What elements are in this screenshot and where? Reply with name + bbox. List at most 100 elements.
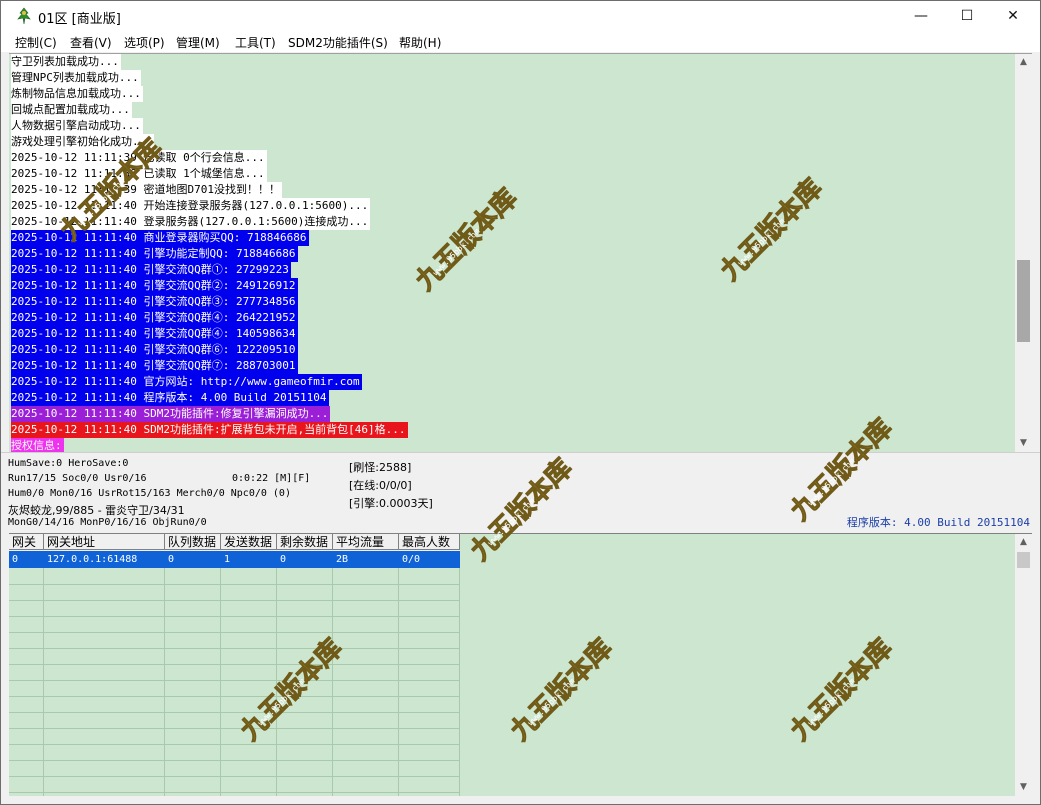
menu-control[interactable]: 控制(C) (15, 34, 57, 51)
scrollbar-thumb[interactable] (1017, 260, 1030, 342)
status-time: 0:0:22 [M][F] (232, 473, 311, 484)
log-line: 2025-10-12 11:11:40 官方网站: http://www.gam… (11, 374, 362, 390)
log-line: 授权信息: (11, 438, 64, 452)
log-line: 2025-10-12 11:11:40 登录服务器(127.0.0.1:5600… (11, 214, 371, 230)
cell-address: 127.0.0.1:61488 (47, 554, 138, 565)
grid-row-line (9, 632, 460, 633)
cell-gateway: 0 (12, 554, 19, 565)
log-line: 2025-10-12 11:11:39 已读取 0个行会信息... (11, 150, 267, 166)
grid-col-line (398, 534, 399, 796)
grid-row-line (9, 792, 460, 793)
status-monster: 灰烬蛟龙,99/885 - 雷炎守卫/34/31 (8, 504, 185, 517)
table-scrollbar[interactable]: ▲ ▼ (1015, 534, 1032, 796)
menu-sdm2-plugin[interactable]: SDM2功能插件(S) (288, 34, 388, 51)
log-line: 游戏处理引擎初始化成功... (11, 134, 154, 150)
maximize-button[interactable]: ☐ (944, 1, 990, 32)
column-header-avg-traffic[interactable]: 平均流量 (333, 534, 399, 550)
scroll-down-icon[interactable]: ▼ (1015, 435, 1032, 452)
grid-row-line (9, 760, 460, 761)
grid-col-line (332, 534, 333, 796)
scroll-down-icon[interactable]: ▼ (1015, 779, 1032, 796)
grid-row-line (9, 680, 460, 681)
log-line: 2025-10-12 11:11:40 开始连接登录服务器(127.0.0.1:… (11, 198, 371, 214)
grid-col-line (276, 534, 277, 796)
status-online: [在线:0/0/0] (349, 479, 412, 492)
log-line: 2025-10-12 11:11:40 引擎功能定制QQ: 718846686 (11, 246, 298, 262)
cell-remaining: 0 (280, 554, 287, 565)
column-header-sent[interactable]: 发送数据 (221, 534, 277, 550)
menu-bar: 控制(C) 查看(V) 选项(P) 管理(M) 工具(T) SDM2功能插件(S… (1, 32, 1040, 52)
log-line: 2025-10-12 11:11:39 密道地图D701没找到！！！ (11, 182, 282, 198)
log-line: 人物数据引擎启动成功... (11, 118, 143, 134)
log-line: 2025-10-12 11:11:40 引擎交流QQ群④: 264221952 (11, 310, 298, 326)
grid-col-line (43, 534, 44, 796)
cell-sent: 1 (224, 554, 231, 565)
cell-queue: 0 (168, 554, 175, 565)
log-panel[interactable]: 守卫列表加载成功... 管理NPC列表加载成功... 炼制物品信息加载成功... 回城… (9, 53, 1032, 452)
app-icon (17, 7, 31, 25)
scroll-up-icon[interactable]: ▲ (1015, 54, 1032, 71)
grid-row-line (9, 696, 460, 697)
table-header: 网关 网关地址 队列数据 发送数据 剩余数据 平均流量 最高人数 (9, 534, 460, 551)
log-line: 2025-10-12 11:11:40 引擎交流QQ群②: 249126912 (11, 278, 298, 294)
log-line: 炼制物品信息加载成功... (11, 86, 143, 102)
log-line: 2025-10-12 11:11:40 商业登录器购买QQ: 718846686 (11, 230, 309, 246)
log-line: 2025-10-12 11:11:39 已读取 1个城堡信息... (11, 166, 267, 182)
cell-max-users: 0/0 (402, 554, 421, 565)
grid-row-line (9, 648, 460, 649)
grid-row-line (9, 664, 460, 665)
log-line: 守卫列表加载成功... (11, 54, 121, 70)
gateway-table-panel[interactable]: 网关 网关地址 队列数据 发送数据 剩余数据 平均流量 最高人数 0 127.0… (9, 533, 1032, 796)
menu-manage[interactable]: 管理(M) (176, 34, 220, 51)
status-counts: Hum0/0 Mon0/16 UsrRot15/163 Merch0/0 Npc… (8, 488, 291, 499)
log-line: 2025-10-12 11:11:40 引擎交流QQ群④: 140598634 (11, 326, 298, 342)
log-line: 2025-10-12 11:11:40 SDM2功能插件:扩展背包未开启,当前背… (11, 422, 408, 438)
column-header-address[interactable]: 网关地址 (44, 534, 165, 550)
status-engine: [引擎:0.0003天] (349, 497, 433, 510)
grid-row-line (9, 584, 460, 585)
grid-col-line (164, 534, 165, 796)
column-header-queue[interactable]: 队列数据 (165, 534, 221, 550)
cell-avg-traffic: 2B (336, 554, 349, 565)
grid-col-line (220, 534, 221, 796)
log-line: 2025-10-12 11:11:40 引擎交流QQ群⑦: 288703001 (11, 358, 298, 374)
grid-row-line (9, 616, 460, 617)
log-line: 回城点配置加载成功... (11, 102, 132, 118)
menu-tools[interactable]: 工具(T) (235, 34, 276, 51)
table-row[interactable]: 0 127.0.0.1:61488 0 1 0 2B 0/0 (9, 551, 460, 568)
status-panel: HumSave:0 HeroSave:0 Run17/15 Soc0/0 Usr… (1, 452, 1040, 533)
column-header-gateway[interactable]: 网关 (9, 534, 44, 550)
grid-row-line (9, 776, 460, 777)
menu-options[interactable]: 选项(P) (124, 34, 165, 51)
grid-col-line (459, 534, 460, 796)
status-save: HumSave:0 HeroSave:0 (8, 458, 129, 469)
log-line: 2025-10-12 11:11:40 SDM2功能插件:修复引擎漏洞成功... (11, 406, 331, 422)
scroll-up-icon[interactable]: ▲ (1015, 534, 1032, 551)
log-line: 2025-10-12 11:11:40 引擎交流QQ群⑥: 122209510 (11, 342, 298, 358)
status-run: Run17/15 Soc0/0 Usr0/16 (8, 473, 147, 484)
main-window: 01区 [商业版] — ☐ ✕ 控制(C) 查看(V) 选项(P) 管理(M) … (0, 0, 1041, 805)
grid-row-line (9, 600, 460, 601)
window-title: 01区 [商业版] (38, 12, 121, 27)
log-line: 管理NPC列表加载成功... (11, 70, 141, 86)
log-line: 2025-10-12 11:11:40 引擎交流QQ群①: 27299223 (11, 262, 291, 278)
status-mon-groups: MonG0/14/16 MonP0/16/16 ObjRun0/0 (8, 517, 207, 528)
grid-row-line (9, 744, 460, 745)
menu-view[interactable]: 查看(V) (70, 34, 112, 51)
program-version: 程序版本: 4.00 Build 20151104 (846, 516, 1030, 529)
menu-help[interactable]: 帮助(H) (399, 34, 441, 51)
column-header-remaining[interactable]: 剩余数据 (277, 534, 333, 550)
scrollbar-thumb[interactable] (1017, 552, 1030, 568)
grid-row-line (9, 712, 460, 713)
column-header-max-users[interactable]: 最高人数 (399, 534, 460, 550)
gateway-grid (9, 534, 460, 796)
log-line: 2025-10-12 11:11:40 引擎交流QQ群③: 277734856 (11, 294, 298, 310)
log-scrollbar[interactable]: ▲ ▼ (1015, 54, 1032, 452)
minimize-button[interactable]: — (898, 1, 944, 32)
log-line: 2025-10-12 11:11:40 程序版本: 4.00 Build 201… (11, 390, 329, 406)
log-list: 守卫列表加载成功... 管理NPC列表加载成功... 炼制物品信息加载成功... 回城… (11, 54, 1015, 452)
close-button[interactable]: ✕ (990, 1, 1036, 32)
grid-row-line (9, 728, 460, 729)
title-bar: 01区 [商业版] — ☐ ✕ (1, 1, 1040, 32)
status-refresh-mon: [刷怪:2588] (349, 461, 412, 474)
